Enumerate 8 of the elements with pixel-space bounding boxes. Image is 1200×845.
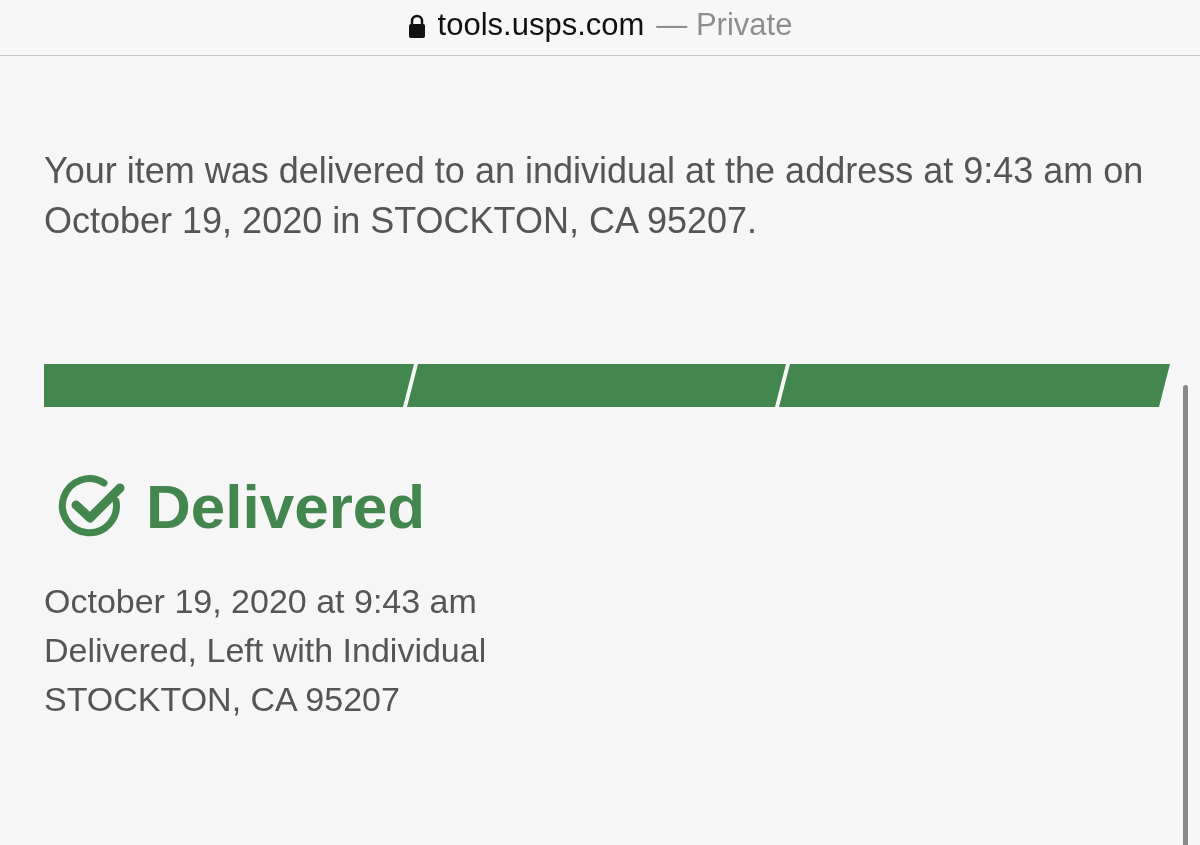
url-text[interactable]: tools.usps.com xyxy=(437,2,645,49)
scrollbar[interactable] xyxy=(1183,385,1188,845)
detail-line: October 19, 2020 at 9:43 am xyxy=(44,581,477,622)
delivery-message: Your item was delivered to an individual at the address at 9:43 am on October 19, 2020 in STOCKTON, CA 95207. xyxy=(44,149,1145,243)
detail-line: Delivered, Left with Individual xyxy=(44,630,487,671)
status-heading: Delivered xyxy=(146,476,426,538)
detail-line: STOCKTON, CA 95207 xyxy=(44,679,400,720)
private-label: — Private xyxy=(656,6,793,45)
